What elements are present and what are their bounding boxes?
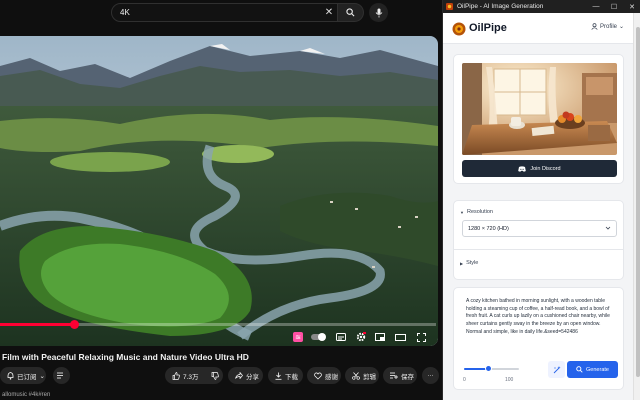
thumbs-up-icon	[172, 371, 180, 380]
desktop: 4K ✕ ≋ Film with Peaceful Relaxing Music…	[0, 0, 640, 400]
svg-text:≋: ≋	[295, 335, 301, 342]
settings-card: ▼ Resolution 1280 × 720 (HD) ▶ Style	[453, 200, 624, 280]
heart-dollar-icon	[314, 372, 322, 379]
clip-label: 剪辑	[363, 373, 376, 381]
more-actions-button[interactable]: ···	[422, 367, 439, 384]
magic-wand-icon	[553, 365, 561, 373]
oilpipe-logo-icon	[452, 22, 466, 36]
resolution-section-toggle[interactable]: ▼ Resolution	[460, 209, 493, 215]
settings-gear-icon[interactable]	[355, 330, 367, 344]
miniplayer-icon[interactable]	[374, 330, 386, 344]
triangle-right-icon: ▶	[460, 260, 464, 266]
minimize-button[interactable]: —	[587, 0, 605, 13]
video-hashtags[interactable]: allomusic #4k#ren	[2, 392, 50, 398]
download-label: 下载	[285, 373, 298, 381]
mic-button[interactable]	[369, 3, 388, 22]
divider	[454, 249, 623, 250]
search-button[interactable]	[338, 3, 364, 22]
subscribed-label: 已订阅	[17, 373, 37, 381]
playlist-add-icon	[57, 372, 63, 379]
save-button[interactable]: 保存	[383, 367, 417, 384]
close-icon[interactable]: ✕	[321, 4, 337, 21]
share-button[interactable]: 分享	[228, 367, 263, 384]
thanks-button[interactable]: 感谢	[307, 367, 341, 384]
resolution-value: 1280 × 720 (HD)	[468, 225, 509, 232]
style-label: Style	[466, 260, 479, 266]
search-bar[interactable]: 4K ✕	[111, 3, 364, 22]
share-icon	[235, 372, 243, 379]
save-playlist-icon	[390, 372, 398, 379]
subtitles-icon[interactable]	[335, 330, 347, 344]
autoplay-toggle-icon[interactable]	[310, 330, 328, 344]
brand-name: OilPipe	[469, 22, 507, 34]
prompt-card: A cozy kitchen bathed in morning sunligh…	[453, 287, 624, 390]
like-button[interactable]: 7.3万	[172, 371, 199, 381]
chevron-down-icon	[605, 226, 611, 230]
search-icon	[576, 366, 583, 373]
oilpipe-window: OilPipe - AI Image Generation — ☐ ✕ OilP…	[442, 0, 640, 400]
enhance-prompt-button[interactable]	[548, 361, 565, 378]
image-preview-card: Join Discord	[453, 54, 624, 184]
window-titlebar[interactable]: OilPipe - AI Image Generation — ☐ ✕	[443, 0, 640, 13]
generated-image[interactable]	[462, 63, 617, 155]
clip-button[interactable]: 剪辑	[345, 367, 379, 384]
join-discord-label: Join Discord	[530, 165, 561, 172]
bell-icon	[7, 371, 14, 380]
notification-menu-button[interactable]	[53, 367, 70, 384]
slider-max-label: 100	[505, 377, 514, 383]
scrollbar-thumb[interactable]	[636, 27, 640, 377]
close-window-button[interactable]: ✕	[623, 0, 640, 13]
thanks-label: 感谢	[325, 373, 338, 381]
thumbs-down-icon[interactable]	[211, 371, 219, 380]
fullscreen-icon[interactable]	[415, 330, 427, 344]
profile-menu[interactable]: Profile ⌄	[591, 23, 624, 30]
share-label: 分享	[246, 373, 259, 381]
download-icon	[275, 372, 282, 380]
chevron-down-icon: ⌄	[619, 24, 625, 30]
video-title: Film with Peaceful Relaxing Music and Na…	[2, 352, 249, 362]
slider-handle[interactable]	[485, 365, 493, 372]
search-icon	[346, 8, 355, 17]
search-input[interactable]: 4K ✕	[111, 3, 338, 22]
generate-label: Generate	[586, 366, 609, 373]
prompt-textarea[interactable]: A cozy kitchen bathed in morning sunligh…	[466, 298, 614, 337]
subscribed-button[interactable]: 已订阅 ⌄	[0, 367, 46, 384]
theater-mode-icon[interactable]	[394, 330, 406, 344]
generate-button[interactable]: Generate	[567, 361, 618, 378]
resolution-select[interactable]: 1280 × 720 (HD)	[462, 220, 617, 237]
video-frame	[0, 36, 438, 346]
window-title: OilPipe - AI Image Generation	[457, 3, 544, 10]
app-icon	[446, 3, 453, 10]
triangle-down-icon: ▼	[460, 209, 464, 215]
progress-fill	[0, 323, 75, 326]
slider[interactable]	[464, 365, 519, 372]
mic-icon	[375, 8, 382, 17]
youtube-window: 4K ✕ ≋ Film with Peaceful Relaxing Music…	[0, 0, 442, 400]
like-count: 7.3万	[183, 373, 199, 381]
style-section-toggle[interactable]: ▶ Style	[460, 260, 478, 266]
app-header: OilPipe Profile ⌄	[443, 13, 633, 44]
autoplay-badge-icon[interactable]: ≋	[292, 330, 304, 344]
user-icon	[591, 23, 598, 30]
like-dislike-group: 7.3万	[165, 367, 223, 384]
video-player[interactable]	[0, 36, 438, 346]
maximize-button[interactable]: ☐	[605, 0, 623, 13]
profile-label: Profile	[600, 23, 618, 30]
discord-icon	[518, 165, 527, 172]
download-button[interactable]: 下载	[268, 367, 303, 384]
more-icon: ···	[427, 372, 434, 379]
slider-min-label: 0	[463, 377, 466, 383]
resolution-label: Resolution	[466, 209, 493, 215]
chevron-down-icon: ⌄	[39, 372, 45, 380]
video-progress-bar[interactable]	[0, 320, 436, 329]
kitchen-image	[462, 63, 617, 155]
progress-scrubber[interactable]	[69, 320, 79, 329]
video-actions: 已订阅 ⌄ 7.3万 分享 下载 感谢 剪辑 保存 ···	[0, 367, 442, 385]
search-query[interactable]: 4K	[120, 8, 321, 17]
join-discord-button[interactable]: Join Discord	[462, 160, 617, 177]
scissors-icon	[352, 371, 360, 380]
scrollbar[interactable]	[633, 13, 640, 400]
save-label: 保存	[401, 373, 414, 381]
